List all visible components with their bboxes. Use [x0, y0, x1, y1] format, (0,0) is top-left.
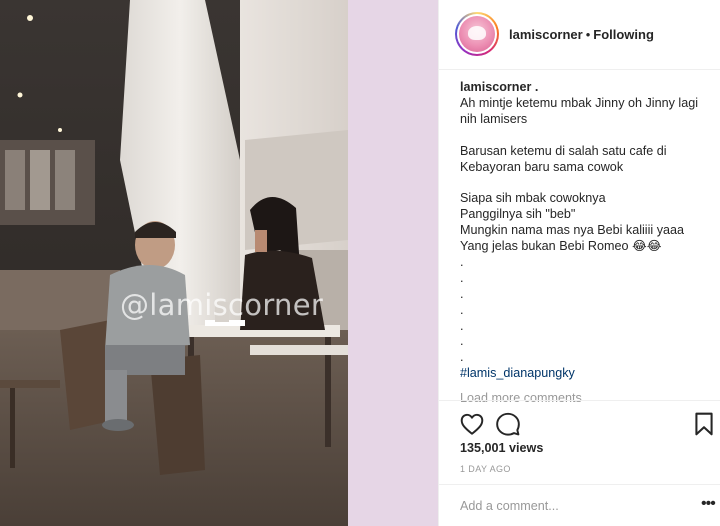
comment-input[interactable] — [460, 499, 680, 513]
avatar[interactable] — [455, 12, 499, 56]
post-header: lamiscorner • Following — [439, 0, 720, 70]
caption-line: Kebayoran baru sama cowok — [460, 159, 624, 174]
header-separator: • — [585, 27, 591, 42]
caption-line: . — [460, 334, 464, 349]
post-side-panel: lamiscorner • Following lamiscorner . Ah m… — [438, 0, 720, 526]
following-button[interactable]: Following — [593, 27, 654, 42]
action-bar — [439, 400, 720, 440]
save-button[interactable] — [691, 411, 717, 437]
bookmark-outline-icon — [695, 412, 713, 436]
caption-line: Yang jelas bukan Bebi Romeo 😂😂 — [460, 239, 662, 254]
caption-line — [460, 175, 715, 191]
post-timestamp[interactable]: 1 DAY AGO — [460, 464, 511, 474]
caption-line: . — [460, 350, 464, 365]
caption-line: Siapa sih mbak cowoknya — [460, 191, 606, 206]
caption-line: . — [460, 318, 464, 333]
caption-line: . — [460, 254, 464, 269]
caption-line: . — [460, 286, 464, 301]
caption-line: . — [460, 270, 464, 285]
comment-button[interactable] — [495, 411, 521, 437]
cafe-scene-image — [0, 0, 348, 526]
post-caption: lamiscorner . Ah mintje ketemu mbak Jinn… — [460, 80, 715, 390]
comment-bar: ••• — [439, 484, 720, 526]
media-watermark: @lamiscorner — [120, 288, 324, 322]
post-photo[interactable]: @lamiscorner — [0, 0, 348, 526]
hashtag-link[interactable]: #lamis_dianapungky — [460, 366, 715, 382]
view-count[interactable]: 135,001 views — [460, 441, 543, 455]
caption-line: . — [460, 302, 464, 317]
caption-line: Barusan ketemu di salah satu cafe di — [460, 143, 667, 158]
caption-line: nih lamisers — [460, 111, 528, 126]
like-button[interactable] — [459, 411, 485, 437]
caption-username[interactable]: lamiscorner . — [460, 80, 715, 96]
more-options-button[interactable]: ••• — [701, 495, 716, 513]
caption-line — [460, 128, 715, 144]
caption-line: Ah mintje ketemu mbak Jinny oh Jinny lag… — [460, 95, 698, 110]
media-side-padding — [348, 0, 438, 526]
avatar-image — [459, 16, 495, 52]
caption-line: Panggilnya sih "beb" — [460, 207, 576, 222]
caption-line: Mungkin nama mas nya Bebi kaliiii yaaa — [460, 223, 685, 238]
header-username[interactable]: lamiscorner — [509, 27, 583, 42]
heart-outline-icon — [460, 413, 484, 435]
header-text: lamiscorner • Following — [509, 27, 654, 42]
comment-bubble-icon — [496, 412, 520, 436]
